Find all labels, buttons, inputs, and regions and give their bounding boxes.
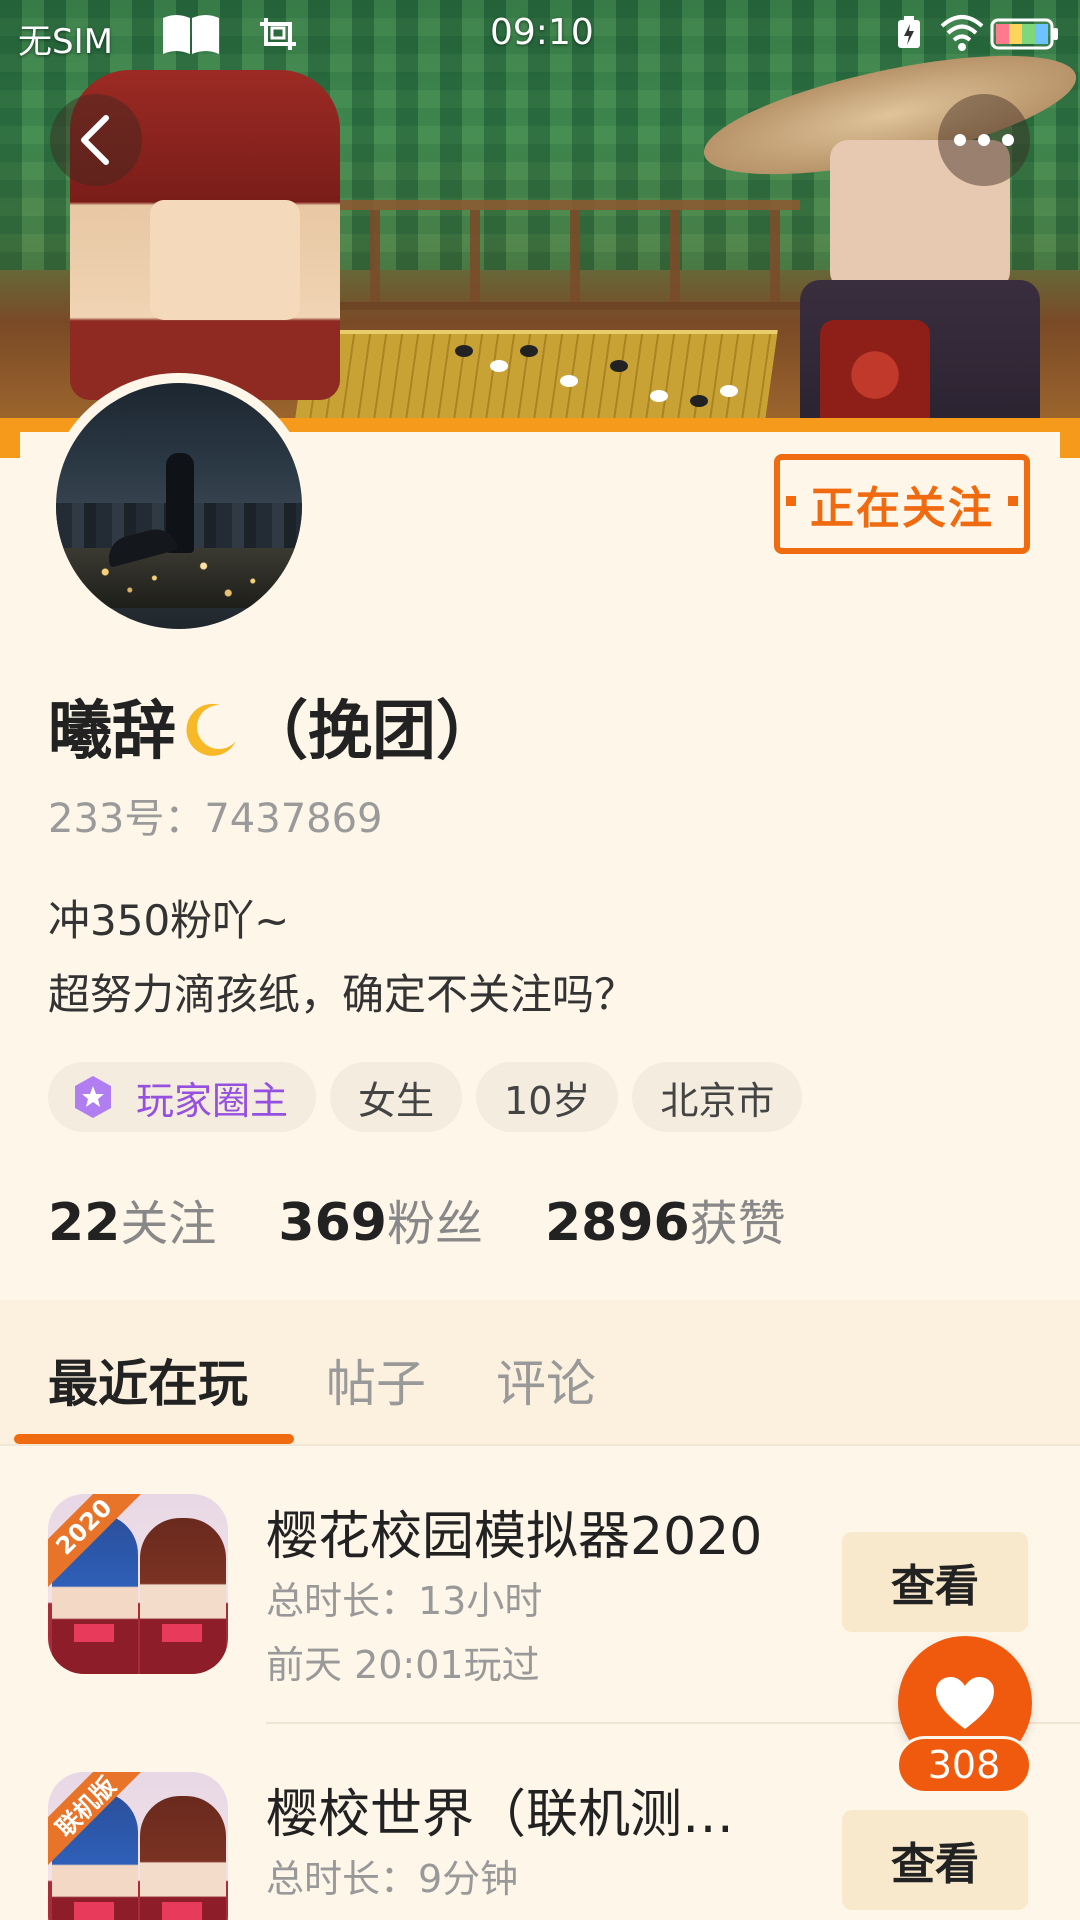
- creator-tag-label: 玩家圈主: [136, 1078, 289, 1123]
- user-id: 233号：7437869: [48, 796, 383, 842]
- likes-label: 获赞: [689, 1196, 786, 1252]
- creator-tag[interactable]: 玩家圈主: [48, 1062, 317, 1132]
- more-button[interactable]: [938, 94, 1030, 186]
- game-duration: 总时长：13小时: [266, 1579, 543, 1623]
- go-stone: [455, 345, 473, 357]
- game-title: 樱校世界（联机测…: [266, 1785, 735, 1845]
- avatar[interactable]: [56, 383, 302, 629]
- view-button[interactable]: 查看: [842, 1810, 1028, 1910]
- chevron-left-icon: [81, 115, 109, 165]
- heart-icon: [936, 1677, 994, 1729]
- clock: 09:10: [490, 12, 594, 53]
- avatar-lights: [56, 548, 302, 608]
- go-stone: [560, 375, 578, 387]
- bow-icon: [74, 1624, 114, 1642]
- view-button[interactable]: 查看: [842, 1532, 1028, 1632]
- follow-button[interactable]: 正在关注: [774, 454, 1030, 554]
- go-stone: [610, 360, 628, 372]
- bow-icon: [162, 1902, 202, 1920]
- bow-icon: [162, 1624, 202, 1642]
- followers-label: 粉丝: [386, 1196, 483, 1252]
- go-stone: [490, 360, 508, 372]
- bow-icon: [74, 1902, 114, 1920]
- game-icon: 2020: [48, 1494, 228, 1674]
- go-stone: [720, 385, 738, 397]
- nickname: 曦辞 （挽团）: [48, 680, 500, 772]
- likes-stat: 2896获赞: [545, 1184, 786, 1254]
- likes-count: 2896: [544, 1193, 690, 1253]
- tab-comments[interactable]: 评论: [496, 1344, 596, 1416]
- character-sleeve: [820, 320, 930, 430]
- carrier-label: 无SIM: [18, 22, 113, 62]
- banner-railing: [280, 200, 800, 310]
- bio-line: 冲350粉吖~: [48, 896, 290, 945]
- nickname-text: 曦辞: [48, 695, 176, 769]
- back-button[interactable]: [50, 94, 142, 186]
- city-tag: 北京市: [632, 1062, 803, 1132]
- profile-tags: 玩家圈主 女生 10岁 北京市: [48, 1062, 803, 1132]
- game-icon-character: [140, 1518, 226, 1674]
- go-stone: [650, 390, 668, 402]
- tab-bar: 最近在玩 帖子 评论: [0, 1300, 1080, 1446]
- battery-icon: [990, 18, 1058, 50]
- profile-stats: 22关注 369粉丝 2896获赞: [48, 1184, 786, 1254]
- more-dots-icon: [954, 134, 1014, 146]
- go-stone: [690, 395, 708, 407]
- status-bar: 无SIM 09:10: [0, 0, 1080, 66]
- game-last-played: 前天 20:01玩过: [266, 1643, 540, 1687]
- like-count: 308: [896, 1736, 1032, 1794]
- followers-stat[interactable]: 369粉丝: [278, 1184, 483, 1254]
- tab-recent[interactable]: 最近在玩: [48, 1344, 248, 1416]
- character-face: [150, 200, 300, 320]
- tab-posts[interactable]: 帖子: [326, 1344, 426, 1416]
- bio-line: 超努力滴孩纸，确定不关注吗？: [48, 970, 637, 1019]
- wifi-icon: [940, 15, 984, 51]
- game-duration: 总时长：9分钟: [266, 1857, 519, 1901]
- gender-tag: 女生: [330, 1062, 463, 1132]
- followers-count: 369: [278, 1193, 387, 1253]
- following-label: 关注: [120, 1196, 217, 1252]
- moon-icon: [186, 703, 236, 756]
- nickname-suffix: （挽团）: [244, 695, 500, 769]
- screenshot-icon: [260, 18, 296, 50]
- banner-character-right: [694, 31, 1080, 430]
- tab-active-indicator: [14, 1434, 294, 1444]
- age-tag: 10岁: [476, 1062, 619, 1132]
- bio: 冲350粉吖~ 超努力滴孩纸，确定不关注吗？: [48, 884, 636, 1032]
- game-icon: 联机版: [48, 1772, 228, 1920]
- book-icon: [163, 15, 219, 54]
- go-stone: [520, 345, 538, 357]
- following-count: 22: [48, 1193, 121, 1253]
- following-stat[interactable]: 22关注: [48, 1184, 216, 1254]
- creator-badge-icon: [75, 1076, 111, 1118]
- banner-go-board: [292, 330, 778, 430]
- charging-icon: [898, 16, 920, 48]
- game-title: 樱花校园模拟器2020: [266, 1507, 763, 1567]
